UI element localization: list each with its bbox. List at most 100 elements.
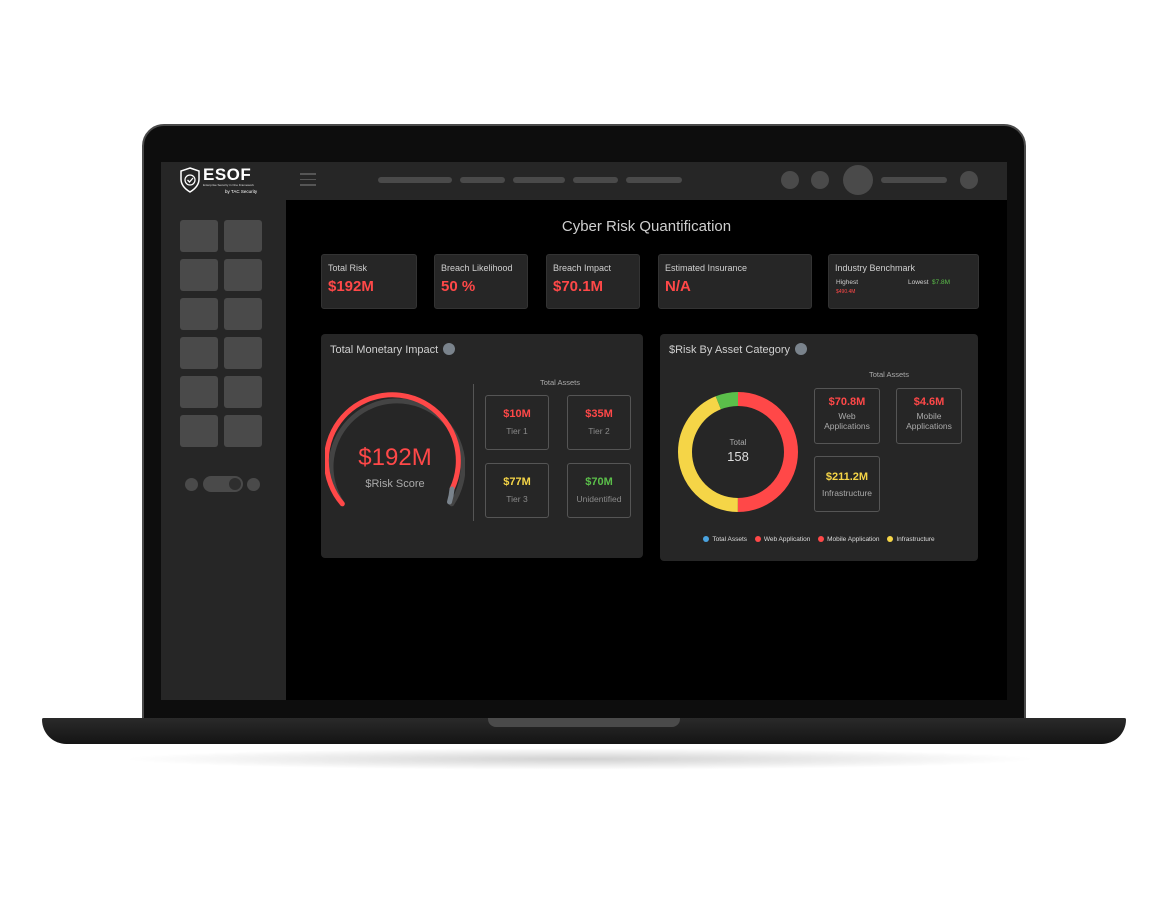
- brand-byline: by TAC Security: [225, 189, 258, 194]
- assets-heading: Total Assets: [539, 378, 581, 387]
- nav-item-placeholder-4[interactable]: [573, 177, 618, 183]
- gauge-label: $Risk Score: [365, 478, 425, 490]
- legend-label: Total Assets: [712, 536, 748, 543]
- sidebar-tile-5[interactable]: [180, 298, 218, 330]
- kpi-estimated-insurance[interactable]: Estimated Insurance N/A: [658, 254, 812, 309]
- sidebar-tile-4[interactable]: [224, 259, 262, 291]
- benchmark-lowest-value: $7.8M: [932, 279, 951, 286]
- kpi-label: Industry Benchmark: [835, 263, 916, 273]
- shield-check-icon: [180, 167, 200, 193]
- kpi-value: $192M: [328, 278, 374, 295]
- sidebar-tile-2[interactable]: [224, 220, 262, 252]
- legend-label: Mobile Application: [827, 536, 880, 543]
- tier-card-1[interactable]: $10M Tier 1: [485, 395, 549, 450]
- legend-item-mobile-application[interactable]: Mobile Application: [818, 536, 880, 543]
- asset-value: $211.2M: [825, 471, 869, 483]
- user-avatar[interactable]: [843, 165, 873, 195]
- legend-item-total-assets[interactable]: Total Assets: [703, 536, 747, 543]
- tier-value: $10M: [503, 408, 531, 420]
- legend-label: Infrastructure: [896, 536, 935, 543]
- benchmark-lowest-label: Lowest: [908, 279, 929, 286]
- sidebar-tile-12[interactable]: [224, 415, 262, 447]
- panel-title-text: $Risk By Asset Category: [669, 344, 791, 356]
- sidebar-tile-7[interactable]: [180, 337, 218, 369]
- asset-value: $4.6M: [913, 396, 945, 408]
- kpi-breach-impact[interactable]: Breach Impact $70.1M: [546, 254, 640, 309]
- tier-value: $77M: [503, 476, 531, 488]
- tier-label: Tier 1: [506, 426, 528, 436]
- sidebar-prev-dot[interactable]: [185, 478, 198, 491]
- benchmark-highest-value: $490.4M: [836, 289, 856, 295]
- kpi-label: Breach Impact: [553, 263, 612, 273]
- sidebar-toggle[interactable]: [203, 476, 243, 492]
- donut-center-value: 158: [727, 449, 749, 464]
- kpi-value: 50 %: [441, 278, 476, 295]
- tier-card-2[interactable]: $35M Tier 2: [567, 395, 631, 450]
- asset-card-web[interactable]: $70.8M Web Applications: [814, 388, 880, 444]
- legend-dot: [818, 536, 825, 542]
- kpi-value: $70.1M: [553, 278, 604, 295]
- kpi-value: N/A: [665, 278, 691, 295]
- laptop-shadow: [120, 748, 1040, 770]
- page-title: Cyber Risk Quantification: [561, 218, 732, 235]
- sidebar-tile-9[interactable]: [180, 376, 218, 408]
- settings-icon[interactable]: [811, 171, 829, 189]
- brand-logo[interactable]: ESOF Enterprise Security in One Framewor…: [179, 165, 259, 197]
- legend-dot: [887, 536, 894, 542]
- panel-divider: [473, 384, 474, 521]
- asset-card-mobile[interactable]: $4.6M Mobile Applications: [896, 388, 962, 444]
- monetary-impact-panel: Total Monetary Impact $192M $Risk Score …: [321, 334, 643, 558]
- legend-item-web-application[interactable]: Web Application: [754, 536, 811, 543]
- asset-label: Mobile Applications: [906, 411, 952, 431]
- sidebar-tile-6[interactable]: [224, 298, 262, 330]
- gauge-value: $192M: [358, 444, 432, 471]
- brand-name: ESOF: [203, 165, 252, 184]
- asset-value: $70.8M: [828, 396, 866, 408]
- assets-heading: Total Assets: [868, 370, 910, 379]
- sidebar-tile-11[interactable]: [180, 415, 218, 447]
- sidebar-tile-1[interactable]: [180, 220, 218, 252]
- asset-label: Web Applications: [824, 411, 870, 431]
- sidebar-next-dot[interactable]: [247, 478, 260, 491]
- sidebar-tile-3[interactable]: [180, 259, 218, 291]
- kpi-breach-likelihood[interactable]: Breach Likelihood 50 %: [434, 254, 528, 309]
- legend-dot: [754, 536, 761, 542]
- asset-category-panel: $Risk By Asset Category Total 158 Total …: [660, 334, 978, 561]
- sidebar: [161, 200, 286, 700]
- nav-item-placeholder-2[interactable]: [460, 177, 505, 183]
- asset-card-infrastructure[interactable]: $211.2M Infrastructure: [814, 456, 880, 512]
- nav-item-placeholder-1[interactable]: [378, 177, 452, 183]
- kpi-label: Estimated Insurance: [665, 263, 748, 273]
- risk-gauge: $192M $Risk Score: [325, 334, 465, 558]
- nav-item-placeholder-5[interactable]: [626, 177, 682, 183]
- sidebar-tile-8[interactable]: [224, 337, 262, 369]
- donut-center-label: Total: [729, 438, 747, 447]
- brand-tagline: Enterprise Security in One Framework: [203, 183, 254, 187]
- top-navbar: ESOF Enterprise Security in One Framewor…: [161, 162, 1007, 200]
- benchmark-highest-label: Highest: [836, 279, 859, 286]
- laptop-notch: [488, 718, 680, 727]
- tier-label: Tier 2: [588, 426, 610, 436]
- tier-card-unidentified[interactable]: $70M Unidentified: [567, 463, 631, 518]
- nav-item-placeholder-3[interactable]: [513, 177, 565, 183]
- chart-legend: Total Assets Web Application Mobile Appl…: [660, 536, 978, 543]
- gauge-arc-end: [447, 486, 455, 505]
- kpi-label: Breach Likelihood: [441, 263, 513, 273]
- info-icon[interactable]: [795, 343, 808, 355]
- notification-icon[interactable]: [781, 171, 799, 189]
- tier-value: $70M: [585, 476, 613, 488]
- tier-label: Tier 3: [506, 494, 528, 504]
- menu-toggle-icon[interactable]: [300, 173, 316, 187]
- tier-label: Unidentified: [576, 494, 622, 504]
- user-name-placeholder[interactable]: [881, 177, 947, 183]
- tier-card-3[interactable]: $77M Tier 3: [485, 463, 549, 518]
- legend-dot: [703, 536, 710, 542]
- kpi-label: Total Risk: [328, 263, 368, 273]
- legend-label: Web Application: [763, 536, 811, 543]
- legend-item-infrastructure[interactable]: Infrastructure: [887, 536, 935, 543]
- user-menu-icon[interactable]: [960, 171, 978, 189]
- toggle-knob: [229, 478, 241, 490]
- sidebar-tile-10[interactable]: [224, 376, 262, 408]
- kpi-total-risk[interactable]: Total Risk $192M: [321, 254, 417, 309]
- kpi-industry-benchmark[interactable]: Industry Benchmark Highest $490.4M Lowes…: [828, 254, 979, 309]
